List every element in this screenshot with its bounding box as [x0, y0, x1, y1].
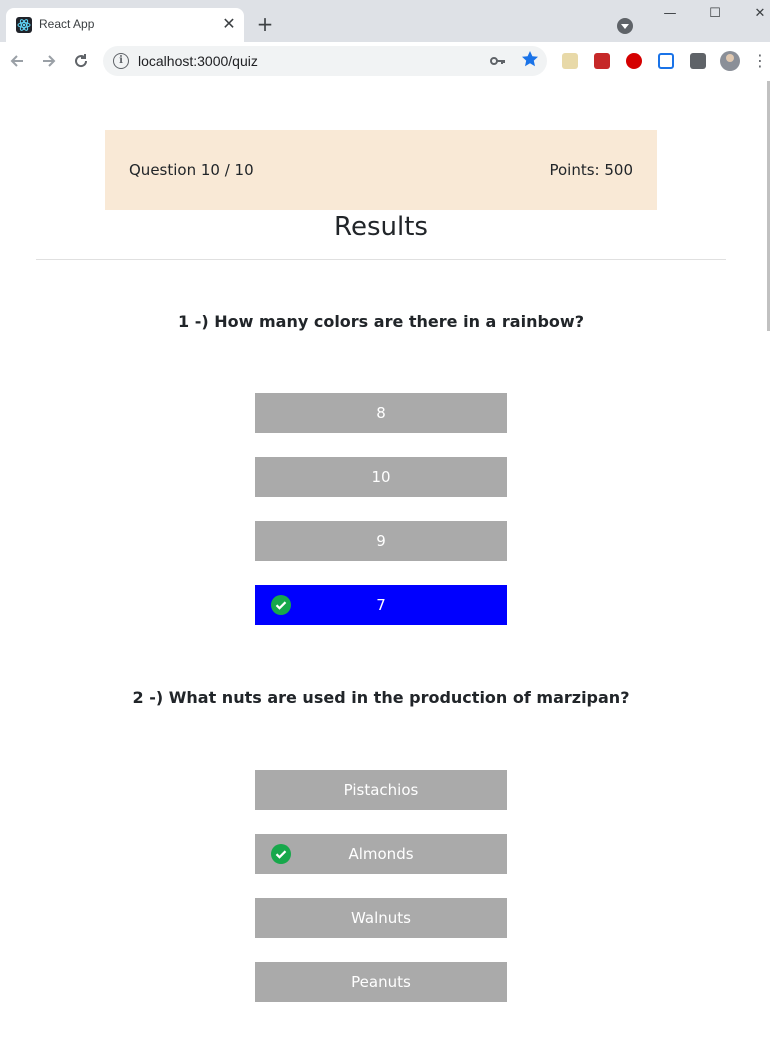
answer-label: 7 [376, 596, 386, 614]
extension-1-icon[interactable] [562, 53, 578, 69]
check-circle-icon [271, 595, 291, 615]
points-counter: Points: 500 [549, 161, 633, 179]
question-2-text: 2 -) What nuts are used in the productio… [132, 688, 630, 707]
avatar[interactable] [720, 51, 740, 71]
answer-label: 8 [376, 404, 386, 422]
close-window-button[interactable]: ✕ [750, 6, 770, 24]
star-icon[interactable] [520, 49, 540, 69]
forward-arrow-icon[interactable] [39, 51, 59, 71]
key-icon[interactable] [489, 52, 507, 70]
browser-chrome: React App ✕ + — ☐ ✕ i localhost:3000/qui… [0, 0, 770, 80]
tab-search-icon[interactable] [617, 18, 633, 34]
tab-close-icon[interactable]: ✕ [220, 15, 238, 33]
answer-label: 10 [371, 468, 391, 486]
react-favicon-icon [16, 17, 32, 33]
reload-icon[interactable] [71, 51, 91, 71]
extension-2-icon[interactable] [594, 53, 610, 69]
check-circle-icon [271, 844, 291, 864]
answer-label: Almonds [348, 845, 414, 863]
info-icon[interactable]: i [113, 53, 129, 69]
answer-option[interactable]: Pistachios [255, 770, 507, 810]
maximize-button[interactable]: ☐ [705, 6, 725, 24]
page-content: Question 10 / 10 Points: 500 Results 1 -… [0, 81, 770, 1041]
question-counter: Question 10 / 10 [129, 161, 254, 179]
quiz-status-bar: Question 10 / 10 Points: 500 [105, 130, 657, 210]
answer-option[interactable]: Peanuts [255, 962, 507, 1002]
answer-option[interactable]: 9 [255, 521, 507, 561]
answer-option[interactable]: Almonds [255, 834, 507, 874]
tab-strip: React App ✕ + — ☐ ✕ [0, 0, 770, 42]
browser-toolbar: i localhost:3000/quiz ⋮ [0, 42, 770, 80]
divider [36, 259, 726, 260]
tab-react-app[interactable]: React App ✕ [6, 8, 244, 42]
extension-3-icon[interactable] [626, 53, 642, 69]
answer-option[interactable]: 8 [255, 393, 507, 433]
extension-4-icon[interactable] [658, 53, 674, 69]
answer-label: 9 [376, 532, 386, 550]
puzzle-icon[interactable] [690, 53, 706, 69]
answer-label: Peanuts [351, 973, 411, 991]
back-arrow-icon[interactable] [7, 51, 27, 71]
results-title: Results [334, 212, 428, 242]
url-text[interactable]: localhost:3000/quiz [138, 53, 258, 69]
address-bar[interactable]: i localhost:3000/quiz [103, 46, 547, 76]
new-tab-button[interactable]: + [255, 14, 275, 34]
question-1-text: 1 -) How many colors are there in a rain… [178, 312, 584, 331]
tab-title: React App [39, 17, 95, 31]
answer-option-selected[interactable]: 7 [255, 585, 507, 625]
answer-option[interactable]: 10 [255, 457, 507, 497]
answer-label: Walnuts [351, 909, 411, 927]
menu-kebab-icon[interactable]: ⋮ [752, 51, 768, 71]
answer-option[interactable]: Walnuts [255, 898, 507, 938]
answer-label: Pistachios [343, 781, 419, 799]
minimize-button[interactable]: — [660, 6, 680, 24]
